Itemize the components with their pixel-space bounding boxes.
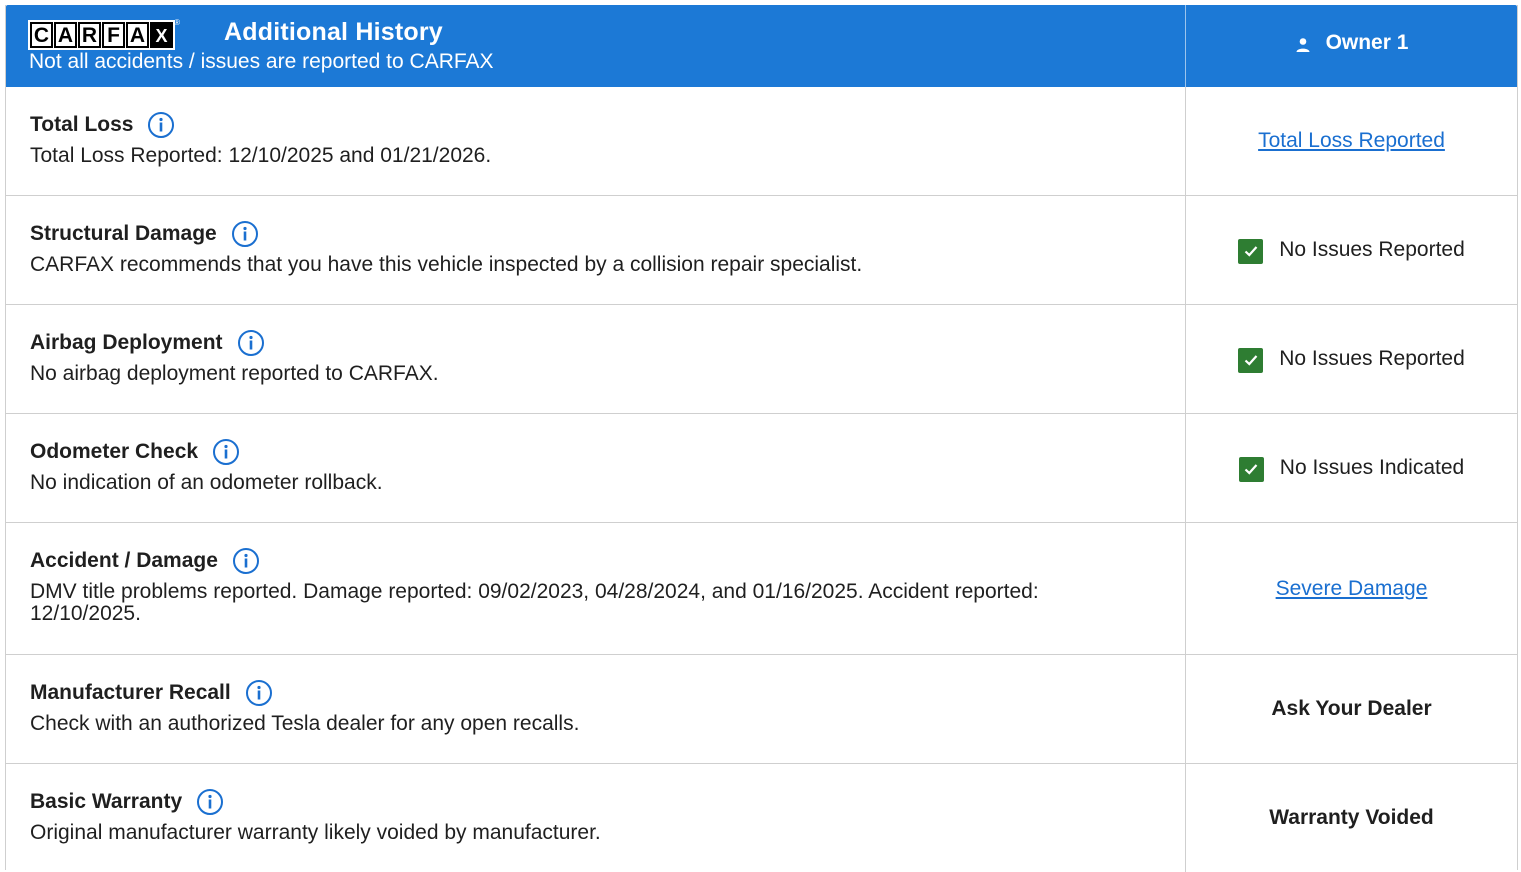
history-row-manufacturer-recall: Manufacturer Recall Check with an author… xyxy=(6,655,1517,764)
logo-letter: X xyxy=(150,22,173,48)
status-text: Warranty Voided xyxy=(1269,806,1434,829)
row-title: Total Loss xyxy=(30,111,1185,139)
additional-history-table: C A R F A X ® Additional History Not all… xyxy=(5,5,1518,872)
row-status: No Issues Reported xyxy=(1186,305,1517,413)
history-row-basic-warranty: Basic Warranty Original manufacturer war… xyxy=(6,764,1517,872)
row-title: Accident / Damage xyxy=(30,547,1185,575)
history-row-airbag-deployment: Airbag Deployment No airbag deployment r… xyxy=(6,305,1517,414)
severe-damage-link[interactable]: Severe Damage xyxy=(1276,577,1428,601)
row-title: Basic Warranty xyxy=(30,788,1185,816)
info-circle-icon[interactable] xyxy=(231,220,259,248)
header-title: Additional History xyxy=(224,18,443,46)
logo-letter: A xyxy=(126,22,149,48)
person-icon xyxy=(1296,38,1310,52)
status-text: No Issues Indicated xyxy=(1279,456,1465,479)
row-status: Ask Your Dealer xyxy=(1186,655,1517,763)
status-no-issues: No Issues Reported xyxy=(1238,237,1465,264)
checkbox-checked-icon xyxy=(1238,347,1264,373)
logo-letter: F xyxy=(102,22,125,48)
info-circle-icon[interactable] xyxy=(196,788,224,816)
row-title-text: Manufacturer Recall xyxy=(30,681,231,704)
info-circle-icon[interactable] xyxy=(245,679,273,707)
row-title: Airbag Deployment xyxy=(30,329,1185,357)
row-description: Original manufacturer warranty likely vo… xyxy=(30,821,601,844)
logo-letter: C xyxy=(30,22,53,48)
row-info: Accident / Damage DMV title problems rep… xyxy=(6,523,1186,654)
logo-letter: R xyxy=(78,22,101,48)
info-circle-icon[interactable] xyxy=(237,329,265,357)
history-row-structural-damage: Structural Damage CARFAX recommends that… xyxy=(6,196,1517,305)
row-description: CARFAX recommends that you have this veh… xyxy=(30,253,863,276)
history-row-accident-damage: Accident / Damage DMV title problems rep… xyxy=(6,523,1517,655)
checkbox-checked-icon xyxy=(1238,456,1264,482)
row-title-text: Odometer Check xyxy=(30,440,199,463)
history-row-total-loss: Total Loss Total Loss Reported: 12/10/20… xyxy=(6,87,1517,196)
row-status: Warranty Voided xyxy=(1186,764,1517,872)
status-text: No Issues Reported xyxy=(1279,238,1465,261)
table-header: C A R F A X ® Additional History Not all… xyxy=(6,5,1517,87)
total-loss-reported-link[interactable]: Total Loss Reported xyxy=(1258,129,1445,153)
row-info: Basic Warranty Original manufacturer war… xyxy=(6,764,1186,872)
row-info: Odometer Check No indication of an odome… xyxy=(6,414,1186,522)
history-row-odometer-check: Odometer Check No indication of an odome… xyxy=(6,414,1517,523)
row-title-text: Accident / Damage xyxy=(30,549,218,572)
row-info: Airbag Deployment No airbag deployment r… xyxy=(6,305,1186,413)
checkbox-checked-icon xyxy=(1238,238,1264,264)
logo-letter: A xyxy=(54,22,77,48)
info-circle-icon[interactable] xyxy=(232,547,260,575)
owner-label: Owner 1 xyxy=(1325,31,1409,54)
carfax-logo: C A R F A X ® xyxy=(28,18,180,50)
row-info: Total Loss Total Loss Reported: 12/10/20… xyxy=(6,87,1186,195)
row-title-text: Structural Damage xyxy=(30,222,217,245)
row-description: No indication of an odometer rollback. xyxy=(30,471,383,494)
status-no-issues: No Issues Reported xyxy=(1238,346,1465,373)
row-description: DMV title problems reported. Damage repo… xyxy=(30,580,1039,625)
row-info: Manufacturer Recall Check with an author… xyxy=(6,655,1186,763)
row-status: No Issues Reported xyxy=(1186,196,1517,304)
row-title-text: Basic Warranty xyxy=(30,790,183,813)
row-description: Check with an authorized Tesla dealer fo… xyxy=(30,712,580,735)
status-text: Ask Your Dealer xyxy=(1271,697,1432,720)
row-title: Structural Damage xyxy=(30,220,1185,248)
row-description: No airbag deployment reported to CARFAX. xyxy=(30,362,439,385)
header-subtitle: Not all accidents / issues are reported … xyxy=(29,50,494,73)
row-status: Total Loss Reported xyxy=(1186,87,1517,195)
info-circle-icon[interactable] xyxy=(212,438,240,466)
owner-column-header: Owner 1 xyxy=(1186,5,1517,87)
row-info: Structural Damage CARFAX recommends that… xyxy=(6,196,1186,304)
row-title-text: Total Loss xyxy=(30,113,134,136)
row-title: Manufacturer Recall xyxy=(30,679,1185,707)
row-status: No Issues Indicated xyxy=(1186,414,1517,522)
header-left: C A R F A X ® Additional History Not all… xyxy=(6,5,1186,87)
info-circle-icon[interactable] xyxy=(147,111,175,139)
registered-mark: ® xyxy=(174,18,180,27)
row-title-text: Airbag Deployment xyxy=(30,331,223,354)
row-title: Odometer Check xyxy=(30,438,1185,466)
row-status: Severe Damage xyxy=(1186,523,1517,654)
status-text: No Issues Reported xyxy=(1279,347,1465,370)
status-no-issues: No Issues Indicated xyxy=(1238,455,1465,482)
row-description: Total Loss Reported: 12/10/2025 and 01/2… xyxy=(30,144,492,167)
